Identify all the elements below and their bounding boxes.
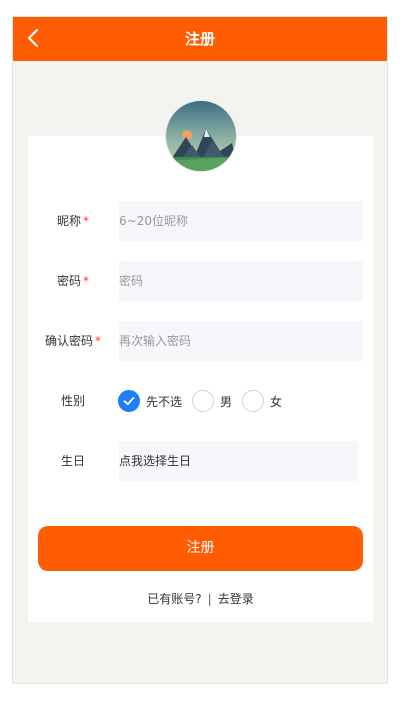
nickname-input[interactable] (119, 201, 363, 241)
nickname-label: 昵称 (56, 214, 81, 228)
required-mark: * (83, 214, 89, 228)
gender-radio-group: 先不选 男 女 (118, 381, 292, 421)
confirm-password-label: 确认密码 (44, 334, 93, 348)
have-account-text: 已有账号? (147, 592, 202, 606)
password-row: 密码 * (28, 261, 373, 301)
required-mark: * (83, 274, 89, 288)
birthday-row: 生日 点我选择生日 (28, 441, 373, 481)
radio-indicator[interactable] (192, 390, 215, 412)
gender-option-label: 女 (270, 394, 283, 409)
radio-indicator[interactable] (242, 390, 265, 412)
birthday-label: 生日 (60, 454, 85, 468)
go-login-link[interactable]: 去登录 (218, 592, 254, 606)
nickname-row: 昵称 * (28, 201, 373, 241)
phone-frame: 注册 昵称* 密码* 确认密码* 性别 (12, 16, 388, 684)
confirm-password-label-wrap: 确认密码 * (28, 321, 118, 361)
gender-option-label: 男 (220, 394, 233, 409)
password-input[interactable] (119, 261, 363, 301)
app-header: 注册 (13, 17, 387, 61)
login-prompt: 已有账号? | 去登录 (28, 590, 373, 608)
checkmark-icon (123, 396, 135, 406)
mountain-landscape-avatar-icon (166, 101, 236, 171)
confirm-password-input[interactable] (119, 321, 363, 361)
register-form-card: 昵称* 密码* 确认密码* 性别 (28, 136, 373, 622)
nickname-label-wrap: 昵称 * (28, 201, 118, 241)
birthday-picker[interactable]: 点我选择生日 (119, 441, 358, 481)
footer-separator: | (207, 592, 212, 606)
page-title: 注册 (184, 30, 215, 48)
gender-option-female[interactable]: 女 (242, 390, 282, 412)
required-mark: * (95, 334, 101, 348)
gender-option-unspecified[interactable]: 先不选 (118, 390, 182, 412)
avatar[interactable] (166, 101, 236, 171)
radio-checked-indicator[interactable] (118, 390, 140, 412)
password-label: 密码 (56, 274, 81, 288)
gender-row: 性别 先不选 男 女 (28, 381, 373, 421)
gender-option-male[interactable]: 男 (192, 390, 232, 412)
password-label-wrap: 密码 * (28, 261, 118, 301)
gender-label: 性别 (60, 394, 85, 408)
gender-option-label: 先不选 (146, 394, 183, 409)
confirm-password-row: 确认密码 * (28, 321, 373, 361)
register-button[interactable]: 注册 (38, 526, 363, 571)
